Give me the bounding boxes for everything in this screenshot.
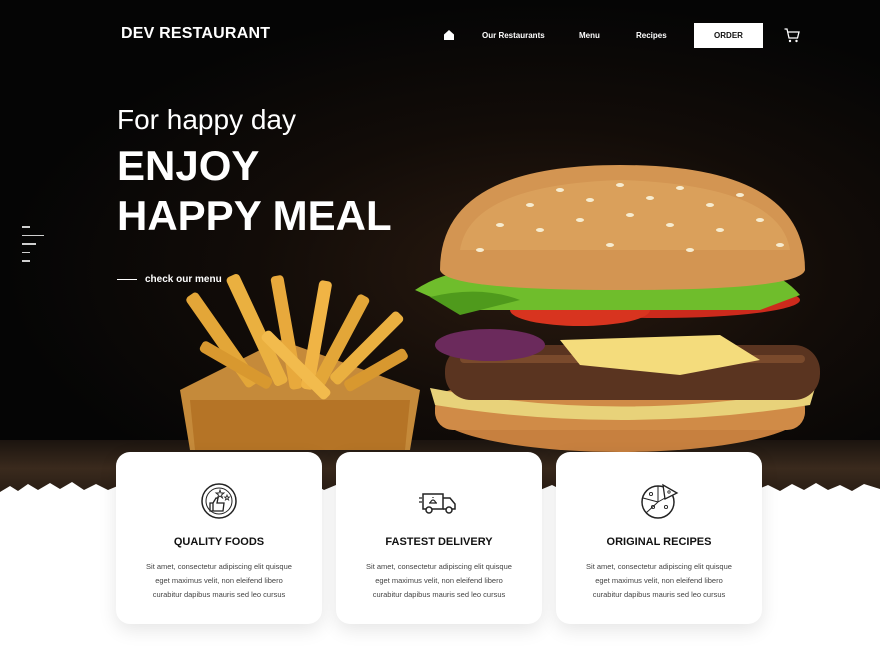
check-menu-label: check our menu — [145, 274, 222, 285]
card-text-line: Sit amet, consectetur adipiscing elit qu… — [146, 562, 292, 571]
pizza-icon — [641, 483, 679, 519]
card-description: Sit amet, consectetur adipiscing elit qu… — [354, 560, 524, 602]
slide-indicator[interactable] — [22, 226, 44, 269]
brand-logo[interactable]: DEV RESTAURANT — [121, 25, 270, 43]
card-text-line: curabitur dapibus mauris sed leo cursus — [372, 590, 506, 599]
feature-card-recipes: ORIGINAL RECIPES Sit amet, consectetur a… — [556, 452, 762, 624]
dash-line — [117, 278, 137, 281]
order-button[interactable]: ORDER — [694, 23, 763, 48]
delivery-truck-icon — [419, 493, 456, 514]
card-text-line: Sit amet, consectetur adipiscing elit qu… — [586, 562, 732, 571]
card-title: FASTEST DELIVERY — [385, 536, 493, 548]
hero-section: DEV RESTAURANT Our Restaurants Menu Reci… — [0, 0, 880, 492]
feature-card-delivery: FASTEST DELIVERY Sit amet, consectetur a… — [336, 452, 542, 624]
home-icon[interactable] — [444, 30, 454, 40]
nav-our-restaurants[interactable]: Our Restaurants — [482, 31, 545, 40]
card-description: Sit amet, consectetur adipiscing elit qu… — [134, 560, 304, 602]
card-text-line: eget maximus velit, non eleifend libero — [155, 576, 283, 585]
card-text-line: eget maximus velit, non eleifend libero — [595, 576, 723, 585]
card-title: ORIGINAL RECIPES — [606, 536, 712, 548]
cart-icon[interactable] — [784, 28, 800, 43]
card-text-line: Sit amet, consectetur adipiscing elit qu… — [366, 562, 512, 571]
nav-recipes[interactable]: Recipes — [636, 31, 667, 40]
check-menu-link[interactable]: check our menu — [117, 274, 222, 285]
feature-card-quality: QUALITY FOODS Sit amet, consectetur adip… — [116, 452, 322, 624]
card-text-line: curabitur dapibus mauris sed leo cursus — [152, 590, 286, 599]
card-text-line: eget maximus velit, non eleifend libero — [375, 576, 503, 585]
card-description: Sit amet, consectetur adipiscing elit qu… — [574, 560, 744, 602]
headline-line-1: ENJOY — [117, 142, 260, 189]
hero-tagline: For happy day — [117, 104, 296, 135]
nav-menu[interactable]: Menu — [579, 31, 600, 40]
quality-badge-icon — [201, 483, 237, 519]
card-text-line: curabitur dapibus mauris sed leo cursus — [592, 590, 726, 599]
headline-line-2: HAPPY MEAL — [117, 192, 392, 239]
hero-headline: ENJOY HAPPY MEAL — [117, 141, 392, 241]
card-title: QUALITY FOODS — [173, 536, 265, 548]
